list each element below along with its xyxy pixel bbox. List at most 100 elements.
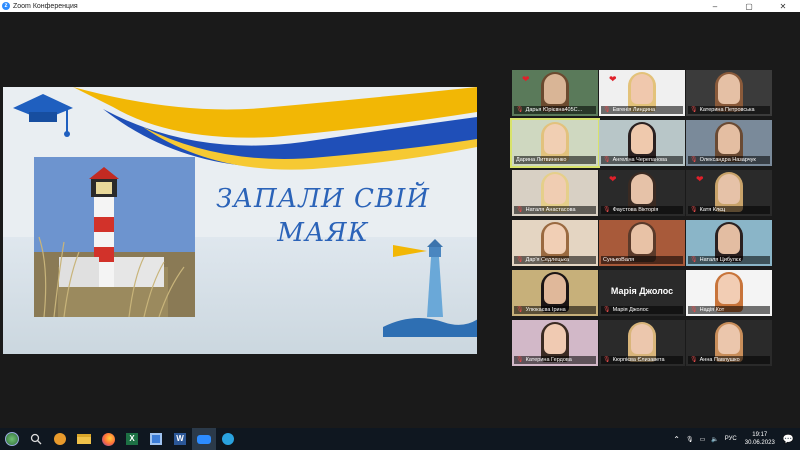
participant-tile[interactable]: Дарина Литвиненко — [510, 118, 600, 168]
participant-tile[interactable]: 🎙 Ангеліна Черепанова — [599, 120, 685, 166]
participant-tile[interactable]: ❤ 🎙 Евгенія Линдина — [599, 70, 685, 116]
participant-face — [718, 174, 740, 204]
zoom-window: z Zoom Конференция – ▢ ✕ ЗАПАЛИ СВІЙ МАЯ… — [0, 0, 800, 428]
participant-name: Улюкаєва Ірина — [525, 307, 566, 313]
telegram-icon[interactable] — [216, 428, 240, 450]
windows-taskbar: X W ⌃ 🎙 ▭ 🔈 РУС 19:17 30.06.2023 💬 — [0, 428, 800, 450]
excel-icon[interactable]: X — [120, 428, 144, 450]
firefox-icon[interactable] — [96, 428, 120, 450]
participant-name-label: 🎙 Марія Джолос — [601, 306, 683, 314]
participant-face — [544, 124, 566, 154]
participant-name: Анна Павлушко — [699, 357, 740, 363]
slide-title-line1: ЗАПАЛИ СВІЙ — [216, 184, 430, 214]
participant-face — [718, 274, 740, 304]
mic-muted-icon: 🎙 — [603, 107, 611, 113]
participant-name: Дарина Литвиненко — [516, 157, 567, 163]
zoom-taskbar-icon[interactable] — [192, 428, 216, 450]
microphone-icon[interactable]: 🎙 — [686, 436, 694, 443]
heart-reaction-icon: ❤ — [609, 174, 617, 184]
language-indicator[interactable]: РУС — [725, 436, 737, 442]
participant-name: Катерина Петровська — [699, 107, 755, 113]
mic-muted-icon: 🎙 — [516, 307, 524, 313]
participant-name: СунькоВаля — [603, 257, 635, 263]
search-icon[interactable] — [24, 428, 48, 450]
participant-tile[interactable]: ❤ 🎙 Катя Клєц — [686, 170, 772, 216]
word-icon[interactable]: W — [168, 428, 192, 450]
participant-tile[interactable]: 🎙 Катерина Петровська — [686, 70, 772, 116]
participant-name-label: 🎙 Катерина Гердова — [514, 356, 596, 364]
participant-tile[interactable]: 🎙 Анна Павлушко — [686, 320, 772, 366]
mic-muted-icon: 🎙 — [690, 357, 698, 363]
mic-muted-icon: 🎙 — [690, 107, 698, 113]
participant-face — [544, 174, 566, 204]
zoom-logo-icon: z — [2, 2, 10, 10]
heart-reaction-icon: ❤ — [696, 174, 704, 184]
file-explorer-icon[interactable] — [72, 428, 96, 450]
participant-tile[interactable]: 🎙 Наталя Анастасова — [512, 170, 598, 216]
graduation-cap-icon — [11, 90, 75, 145]
participant-tile[interactable]: 🎙 Катерина Гердова — [512, 320, 598, 366]
participant-name: Кюрпієва Єлизавета — [612, 357, 665, 363]
lighthouse-illustration-icon — [383, 239, 477, 337]
start-button[interactable] — [0, 428, 24, 450]
participant-face — [544, 324, 566, 354]
participant-name: Наталя Цибулєк — [699, 257, 741, 263]
participant-tile[interactable]: СунькоВаля — [599, 220, 685, 266]
participant-tile[interactable]: 🎙 Улюкаєва Ірина — [512, 270, 598, 316]
participant-face — [544, 274, 566, 304]
mic-muted-icon: 🎙 — [690, 157, 698, 163]
participant-tile[interactable]: 🎙 Надія Кот — [686, 270, 772, 316]
participant-tile[interactable]: Марія Джолос 🎙 Марія Джолос — [599, 270, 685, 316]
participant-name-label: 🎙 Фаустова Вікторія — [601, 206, 683, 214]
mic-muted-icon: 🎙 — [603, 157, 611, 163]
participant-name: Надія Кот — [699, 307, 725, 313]
participant-face — [718, 74, 740, 104]
participant-tile[interactable]: ❤ 🎙 Фаустова Вікторія — [599, 170, 685, 216]
mic-muted-icon: 🎙 — [690, 257, 698, 263]
participant-face — [631, 174, 653, 204]
chevron-up-icon[interactable]: ⌃ — [673, 435, 680, 444]
network-icon[interactable]: ▭ — [700, 436, 706, 443]
volume-icon[interactable]: 🔈 — [711, 436, 718, 443]
participant-face — [631, 324, 653, 354]
participant-face — [718, 224, 740, 254]
lighthouse-photo — [34, 157, 195, 317]
participant-tile[interactable]: 🎙 Кюрпієва Єлизавета — [599, 320, 685, 366]
clock[interactable]: 19:17 30.06.2023 — [745, 431, 775, 447]
participant-tile[interactable]: 🎙 Олександра Назарчук — [686, 120, 772, 166]
participant-name-label: 🎙 Надія Кот — [688, 306, 770, 314]
system-tray: ⌃ 🎙 ▭ 🔈 РУС 19:17 30.06.2023 💬 — [673, 431, 800, 447]
save-app-icon[interactable] — [144, 428, 168, 450]
participant-name-label: 🎙 Улюкаєва Ірина — [514, 306, 596, 314]
participant-name-label: 🎙 Дарья Юрієвна405С... — [514, 106, 596, 114]
participant-name: Наталя Анастасова — [525, 207, 576, 213]
participant-name-label: 🎙 Катерина Петровська — [688, 106, 770, 114]
participant-display-name: Марія Джолос — [610, 286, 674, 296]
participant-name: Марія Джолос — [612, 307, 649, 313]
lion-app-icon[interactable] — [48, 428, 72, 450]
title-bar: z Zoom Конференция – ▢ ✕ — [0, 0, 800, 12]
participant-face — [718, 124, 740, 154]
participant-name-label: 🎙 Катя Клєц — [688, 206, 770, 214]
participant-name-label: СунькоВаля — [601, 256, 683, 264]
maximize-button[interactable]: ▢ — [732, 2, 766, 11]
notifications-icon[interactable]: 💬 — [783, 434, 794, 445]
participant-face — [544, 74, 566, 104]
participant-tile[interactable]: ❤ 🎙 Дарья Юрієвна405С... — [512, 70, 598, 116]
mic-muted-icon: 🎙 — [516, 107, 524, 113]
mic-muted-icon: 🎙 — [516, 257, 524, 263]
participant-name-label: 🎙 Олександра Назарчук — [688, 156, 770, 164]
participant-tile[interactable]: 🎙 Наталя Цибулєк — [686, 220, 772, 266]
mic-muted-icon: 🎙 — [690, 207, 698, 213]
participant-tile[interactable]: 🎙 Дар'я Седлецька — [512, 220, 598, 266]
participant-name: Олександра Назарчук — [699, 157, 756, 163]
participant-face — [631, 124, 653, 154]
participant-name-label: Дарина Литвиненко — [514, 156, 596, 164]
mic-muted-icon: 🎙 — [690, 307, 698, 313]
close-button[interactable]: ✕ — [766, 2, 800, 11]
window-title: Zoom Конференция — [13, 2, 78, 10]
participant-name: Евгенія Линдина — [612, 107, 656, 113]
slide-title-line2: МАЯК — [277, 218, 369, 248]
mic-muted-icon: 🎙 — [603, 357, 611, 363]
minimize-button[interactable]: – — [698, 2, 732, 11]
